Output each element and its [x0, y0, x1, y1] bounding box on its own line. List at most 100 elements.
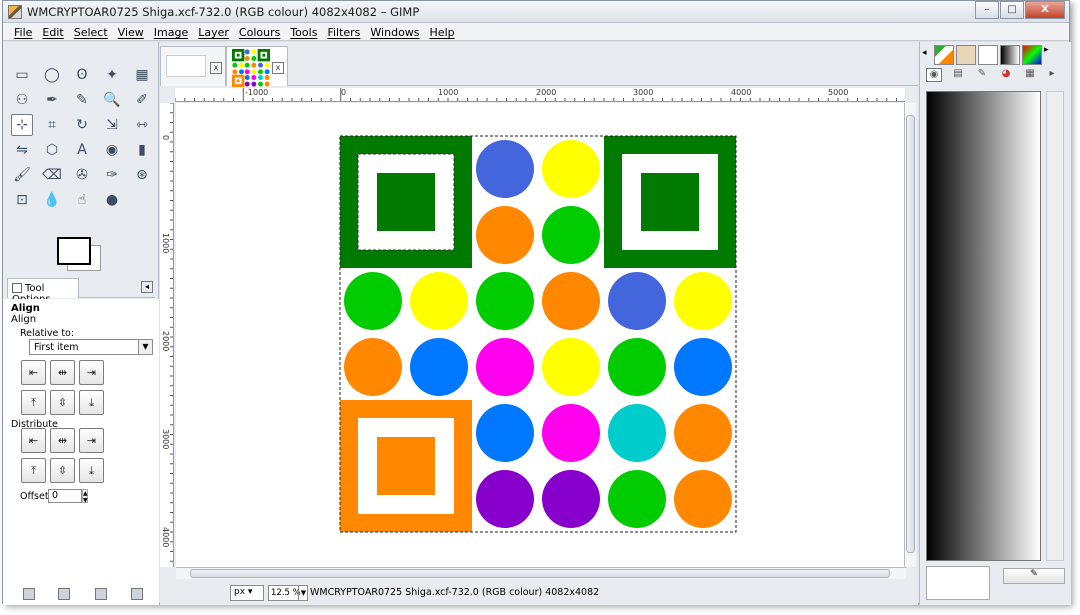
chevron-down-icon[interactable]: ▼	[138, 340, 152, 354]
close-button[interactable]: X	[1025, 1, 1065, 19]
clone-icon[interactable]: ⊛	[131, 164, 153, 186]
color-swatches[interactable]	[57, 237, 107, 277]
ink-icon[interactable]: ✑	[101, 164, 123, 186]
color-picker-icon[interactable]: ✎	[71, 89, 93, 111]
menu-edit[interactable]: Edit	[37, 23, 68, 40]
blend-icon[interactable]: ▮	[131, 139, 153, 161]
distribute-middle-button[interactable]: ⇳	[50, 458, 75, 483]
paths-icon[interactable]: ✒	[41, 89, 63, 111]
close-tab-icon[interactable]: x	[210, 62, 222, 74]
undo-history-icon[interactable]: ▦	[1022, 68, 1038, 82]
fuzzy-select-icon[interactable]: ✦	[101, 64, 123, 86]
blur-icon[interactable]: 💧	[41, 189, 63, 211]
dock-arrow-icon[interactable]: ◂	[922, 48, 927, 58]
circle-lime	[476, 272, 534, 330]
minimize-button[interactable]: –	[975, 1, 999, 19]
airbrush-icon[interactable]: ✇	[71, 164, 93, 186]
maximize-button[interactable]: □	[1000, 1, 1024, 19]
free-select-icon[interactable]: ʘ	[71, 64, 93, 86]
document-history-icon[interactable]: ▤	[950, 68, 966, 82]
offset-input[interactable]: 0	[48, 489, 82, 503]
save-options-icon[interactable]	[23, 588, 35, 600]
scale-icon[interactable]: ⇲	[101, 114, 123, 136]
tab-brushes[interactable]	[978, 45, 998, 65]
relative-to-select[interactable]: First item ▼	[29, 339, 153, 355]
distribute-left-button[interactable]: ⇤	[21, 428, 46, 453]
circle-azure	[476, 404, 534, 462]
tab-tool-options[interactable]: Tool Options	[7, 278, 79, 305]
horizontal-scrollbar[interactable]	[176, 567, 906, 579]
offset-stepper[interactable]: ▲ ▼	[82, 489, 88, 504]
rotate-icon[interactable]: ↻	[71, 114, 93, 136]
menu-layer[interactable]: Layer	[193, 23, 234, 40]
menu-file[interactable]: File	[9, 23, 37, 40]
distribute-right-button[interactable]: ⇥	[79, 428, 104, 453]
horizontal-scroll-thumb[interactable]	[190, 569, 890, 578]
unit-select[interactable]: px ▾	[230, 585, 264, 601]
foreground-color[interactable]	[57, 237, 91, 265]
align-center-button[interactable]: ⇹	[50, 360, 75, 385]
bucket-fill-icon[interactable]: ◉	[101, 139, 123, 161]
vertical-scrollbar[interactable]	[904, 103, 916, 567]
menu-filters[interactable]: Filters	[322, 23, 365, 40]
horizontal-ruler[interactable]: -1000 0 1000 2000 3000 4000 5000	[175, 88, 905, 102]
flip-icon[interactable]: ⇋	[11, 139, 33, 161]
menu-help[interactable]: Help	[425, 23, 460, 40]
menu-colours[interactable]: Colours	[234, 23, 285, 40]
dock-scrollbar[interactable]	[1046, 91, 1064, 561]
menu-image[interactable]: Image	[149, 23, 193, 40]
paintbrush-icon[interactable]: 🖌	[11, 164, 33, 186]
gradient-preview[interactable]	[926, 91, 1041, 561]
eraser-icon[interactable]: ⌫	[41, 164, 63, 186]
menu-select[interactable]: Select	[69, 23, 113, 40]
zoom-chevron-down-icon[interactable]: ▼	[298, 585, 308, 601]
image-tab-1[interactable]: x	[160, 46, 226, 86]
dock-menu-icon[interactable]: ▸	[1044, 45, 1058, 65]
text-icon[interactable]: A	[71, 139, 93, 161]
tab-images[interactable]	[956, 45, 976, 65]
tab-patterns[interactable]	[934, 45, 954, 65]
dock-edit-button[interactable]: ✎	[1003, 568, 1065, 584]
artwork[interactable]	[176, 103, 906, 567]
align-middle-button[interactable]: ⇳	[50, 390, 75, 415]
distribute-bottom-button[interactable]: ⤓	[79, 458, 104, 483]
circle-yellow	[542, 338, 600, 396]
foreground-select-icon[interactable]: ⚇	[11, 89, 33, 111]
rect-select-icon[interactable]: ▭	[11, 64, 33, 86]
align-icon[interactable]: ⊹	[11, 114, 33, 136]
vertical-scroll-thumb[interactable]	[906, 115, 915, 553]
image-tab-2[interactable]: x	[226, 46, 288, 87]
fonts-tab-icon[interactable]: ◉	[926, 68, 942, 82]
distribute-center-button[interactable]: ⇹	[50, 428, 75, 453]
menu-tools[interactable]: Tools	[285, 23, 322, 40]
reset-options-icon[interactable]	[131, 588, 143, 600]
by-color-select-icon[interactable]: ▦	[131, 64, 153, 86]
perspective-clone-icon[interactable]: ⊡	[11, 189, 33, 211]
dodge-burn-icon[interactable]: ●	[101, 189, 123, 211]
menu-view[interactable]: View	[113, 23, 149, 40]
align-left-button[interactable]: ⇤	[21, 360, 46, 385]
color-wheel-icon[interactable]: ◕	[998, 68, 1014, 82]
brush-icon[interactable]: ✎	[974, 68, 990, 82]
zoom-icon[interactable]: 🔍	[101, 89, 123, 111]
ellipse-select-icon[interactable]: ◯	[41, 64, 63, 86]
cage-icon[interactable]: ⬡	[41, 139, 63, 161]
align-top-button[interactable]: ⤒	[21, 390, 46, 415]
chevron-right-icon[interactable]: ▸	[1044, 68, 1060, 82]
close-tab-icon[interactable]: x	[272, 62, 284, 74]
image-canvas[interactable]	[176, 103, 906, 567]
tab-gradients[interactable]	[1000, 45, 1020, 65]
menu-windows[interactable]: Windows	[365, 23, 424, 40]
restore-options-icon[interactable]	[58, 588, 70, 600]
align-right-button[interactable]: ⇥	[79, 360, 104, 385]
tab-palettes[interactable]	[1022, 45, 1042, 65]
measure-icon[interactable]: ✐	[131, 89, 153, 111]
distribute-top-button[interactable]: ⤒	[21, 458, 46, 483]
align-bottom-button[interactable]: ⤓	[79, 390, 104, 415]
tab-menu-icon[interactable]: ◂	[141, 281, 153, 293]
vertical-ruler[interactable]: 0 1000 2000 3000 4000	[160, 103, 174, 567]
shear-icon[interactable]: ⇿	[131, 114, 153, 136]
delete-options-icon[interactable]	[95, 588, 107, 600]
crop-icon[interactable]: ⌗	[41, 114, 63, 136]
smudge-icon[interactable]: ☝	[71, 189, 93, 211]
